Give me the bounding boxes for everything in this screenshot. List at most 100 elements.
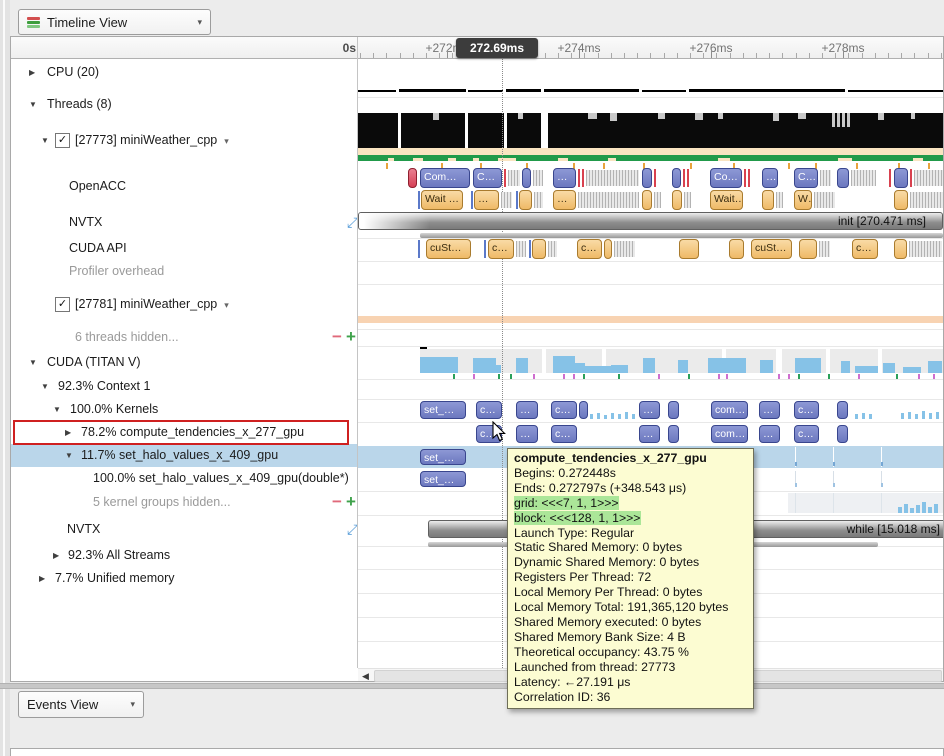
sidebar-row-kernel-set-halo[interactable]: ▼11.7% set_halo_values_x_409_gpu: [11, 444, 357, 467]
openacc-compute[interactable]: …: [762, 168, 778, 188]
cuda-api-calls[interactable]: cuSt…: [426, 239, 471, 259]
row-options-chevron-icon[interactable]: ▾: [224, 300, 229, 310]
panel-divider[interactable]: [0, 683, 944, 689]
sidebar-row-nvtx-27773[interactable]: NVTX⤢: [11, 211, 357, 234]
cuda-api-calls[interactable]: c…: [488, 239, 514, 259]
cuda-api-calls[interactable]: cuSt…: [751, 239, 792, 259]
cuda-api-calls[interactable]: c…: [852, 239, 878, 259]
gpu-utilization: [760, 360, 773, 373]
expand-arrow-icon[interactable]: ▶: [29, 68, 35, 77]
openacc-compute[interactable]: [672, 168, 681, 188]
nvtx-init-range[interactable]: init [270.471 ms]: [358, 212, 943, 230]
kernels-all[interactable]: set_…: [420, 401, 466, 419]
cuda-api-calls[interactable]: [894, 239, 907, 259]
expand-arrow-icon[interactable]: ▶: [39, 574, 45, 583]
kernels-compute-tendencies[interactable]: [837, 425, 848, 443]
kernels-compute-tendencies[interactable]: c…: [551, 425, 577, 443]
kernels-all[interactable]: c…: [476, 401, 502, 419]
cuda-api-calls[interactable]: [679, 239, 699, 259]
thread-checkbox[interactable]: ✓: [55, 133, 70, 148]
openacc-wait[interactable]: [762, 190, 774, 210]
row-options-chevron-icon[interactable]: ▾: [224, 136, 229, 146]
kernels-all[interactable]: [668, 401, 679, 419]
resize-track-icon[interactable]: ⤢: [347, 521, 357, 538]
sidebar-row-cpu[interactable]: ▶CPU (20): [11, 61, 357, 84]
openacc-compute[interactable]: [642, 168, 652, 188]
openacc-compute[interactable]: C…: [473, 168, 502, 188]
sidebar-row-thread-27781[interactable]: ✓[27781] miniWeather_cpp▾: [11, 293, 357, 316]
openacc-compute[interactable]: [408, 168, 417, 188]
sidebar-row-kernel-groups-hidden[interactable]: 5 kernel groups hidden...−+: [11, 491, 357, 514]
openacc-compute: [578, 169, 580, 187]
kernels-all[interactable]: [837, 401, 848, 419]
kernels-compute-tendencies[interactable]: …: [516, 425, 538, 443]
sidebar-row-context-1[interactable]: ▼92.3% Context 1: [11, 375, 357, 398]
show-rows-icon[interactable]: +: [346, 492, 356, 512]
timeline-view-dropdown[interactable]: Timeline View ▾: [18, 9, 211, 35]
cuda-api-calls[interactable]: [532, 239, 546, 259]
kernels-all[interactable]: c…: [551, 401, 577, 419]
openacc-compute[interactable]: Com…: [420, 168, 470, 188]
cuda-api-calls[interactable]: [729, 239, 744, 259]
collapse-arrow-icon[interactable]: ▼: [29, 100, 37, 109]
cuda-api-calls[interactable]: c…: [577, 239, 602, 259]
kernels-all[interactable]: …: [759, 401, 780, 419]
hide-rows-icon[interactable]: −: [332, 327, 342, 347]
kernels-all[interactable]: …: [639, 401, 660, 419]
kernels-set-halo[interactable]: set_…: [420, 449, 466, 465]
sidebar-row-kernels[interactable]: ▼100.0% Kernels: [11, 398, 357, 421]
openacc-compute[interactable]: [522, 168, 531, 188]
openacc-compute[interactable]: Co…: [710, 168, 742, 188]
sidebar-row-all-streams[interactable]: ▶92.3% All Streams: [11, 544, 357, 567]
cuda-api-calls[interactable]: [799, 239, 817, 259]
kernels-all[interactable]: [579, 401, 588, 419]
openacc-wait[interactable]: [672, 190, 682, 210]
sidebar-row-thread-27773[interactable]: ▼✓[27773] miniWeather_cpp▾: [11, 129, 357, 152]
openacc-wait[interactable]: [519, 190, 532, 210]
openacc-compute[interactable]: [837, 168, 849, 188]
show-rows-icon[interactable]: +: [346, 327, 356, 347]
openacc-wait[interactable]: W…: [794, 190, 812, 210]
events-view-dropdown[interactable]: Events View ▾: [18, 691, 144, 718]
openacc-wait[interactable]: …: [474, 190, 499, 210]
kernels-set-halo-double[interactable]: set_…: [420, 471, 466, 487]
collapse-arrow-icon[interactable]: ▼: [65, 451, 73, 460]
left-scroll-strip[interactable]: [0, 0, 10, 756]
sidebar-row-unified-memory[interactable]: ▶7.7% Unified memory: [11, 567, 357, 590]
sidebar-row-cuda-api[interactable]: CUDA API: [11, 237, 357, 260]
kernels-compute-tendencies[interactable]: c…: [794, 425, 819, 443]
openacc-wait[interactable]: …: [553, 190, 576, 210]
thread-checkbox[interactable]: ✓: [55, 297, 70, 312]
collapse-arrow-icon[interactable]: ▼: [41, 382, 49, 391]
kernels-compute-tendencies[interactable]: …: [759, 425, 780, 443]
sidebar-row-nvtx-gpu[interactable]: NVTX⤢: [11, 518, 357, 541]
collapse-arrow-icon[interactable]: ▼: [41, 136, 49, 145]
sidebar-row-kernel-set-halo-double[interactable]: 100.0% set_halo_values_x_409_gpu(double*…: [11, 467, 357, 490]
kernels-compute-tendencies[interactable]: [668, 425, 679, 443]
kernels-all[interactable]: …: [516, 401, 538, 419]
cuda-api-calls[interactable]: [604, 239, 612, 259]
openacc-wait[interactable]: Wait…: [710, 190, 743, 210]
kernels-compute-tendencies[interactable]: …: [639, 425, 660, 443]
resize-track-icon[interactable]: ⤢: [347, 214, 357, 231]
collapse-arrow-icon[interactable]: ▼: [29, 358, 37, 367]
sidebar-row-cuda-titan-v[interactable]: ▼CUDA (TITAN V): [11, 351, 357, 374]
openacc-compute[interactable]: …: [553, 168, 576, 188]
hide-rows-icon[interactable]: −: [332, 492, 342, 512]
cuda-api-calls: [614, 241, 635, 257]
sidebar-row-threads-hidden[interactable]: 6 threads hidden...−+: [11, 326, 357, 349]
sidebar-row-threads[interactable]: ▼Threads (8): [11, 93, 357, 116]
openacc-wait[interactable]: [894, 190, 908, 210]
openacc-wait[interactable]: Wait …: [421, 190, 463, 210]
sidebar-row-profiler-overhead[interactable]: Profiler overhead: [11, 260, 357, 283]
sidebar-row-openacc[interactable]: OpenACC: [11, 175, 357, 198]
openacc-compute[interactable]: C…: [794, 168, 818, 188]
openacc-compute[interactable]: [894, 168, 908, 188]
kernels-all[interactable]: c…: [794, 401, 819, 419]
scroll-left-arrow-icon[interactable]: ◀: [362, 671, 369, 682]
kernels-all[interactable]: com…: [711, 401, 748, 419]
kernels-compute-tendencies[interactable]: com…: [711, 425, 748, 443]
openacc-wait[interactable]: [642, 190, 652, 210]
collapse-arrow-icon[interactable]: ▼: [53, 405, 61, 414]
expand-arrow-icon[interactable]: ▶: [53, 551, 59, 560]
